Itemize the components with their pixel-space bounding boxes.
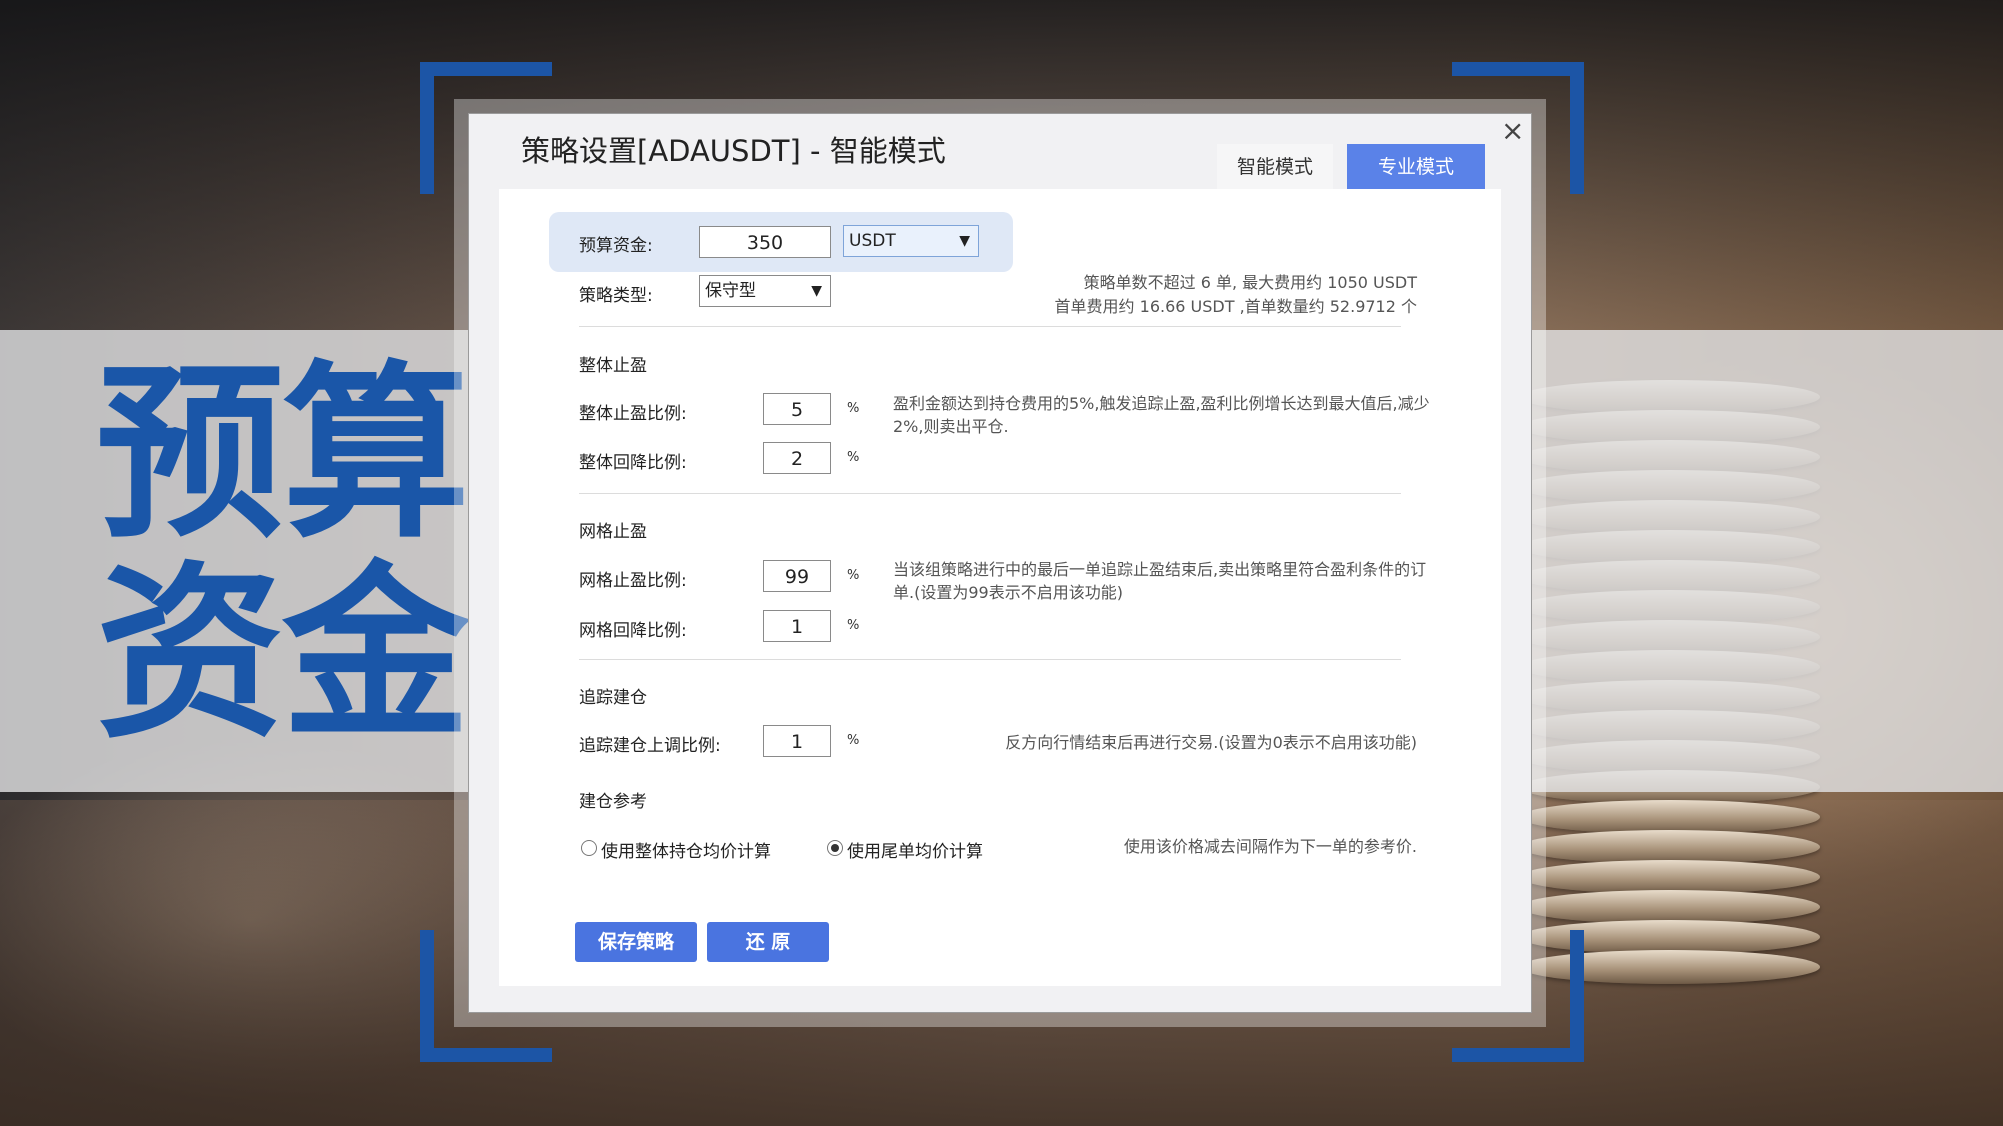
tab-pro-mode[interactable]: 专业模式 bbox=[1347, 144, 1485, 190]
reference-section-title: 建仓参考 bbox=[579, 792, 647, 812]
trailing-label: 追踪建仓上调比例: bbox=[579, 736, 721, 756]
grid-tp-input[interactable]: 99 bbox=[763, 560, 831, 592]
percent-unit: % bbox=[847, 618, 860, 633]
radio-tail-avg[interactable] bbox=[827, 840, 843, 856]
close-button[interactable]: × bbox=[1501, 116, 1524, 146]
frame-corner-top-right bbox=[1452, 62, 1584, 76]
currency-select[interactable]: USDT ▼ bbox=[843, 225, 979, 257]
radio-overall-avg[interactable] bbox=[581, 840, 597, 856]
summary-line2: 首单费用约 16.66 USDT ,首单数量约 52.9712 个 bbox=[1054, 297, 1417, 316]
trailing-input[interactable]: 1 bbox=[763, 725, 831, 757]
frame-corner-bottom-right bbox=[1570, 930, 1584, 1062]
frame-corner-top-left bbox=[420, 62, 552, 76]
percent-unit: % bbox=[847, 568, 860, 583]
section-divider bbox=[579, 326, 1401, 327]
tab-smart-mode[interactable]: 智能模式 bbox=[1217, 144, 1333, 190]
hero-title-line1: 预算 bbox=[96, 345, 470, 564]
overall-hint: 盈利金额达到持仓费用的5%,触发追踪止盈,盈利比例增长达到最大值后,减少2%,则… bbox=[893, 394, 1430, 436]
overall-pb-label: 整体回降比例: bbox=[579, 453, 687, 473]
reset-button[interactable]: 还 原 bbox=[707, 922, 829, 962]
frame-corner-top-right bbox=[1570, 62, 1584, 194]
settings-panel: 预算资金: 350 USDT ▼ 策略类型: 保守型 ▼ 策略单数不超过 6 单… bbox=[499, 189, 1501, 986]
radio-overall-avg-label: 使用整体持仓均价计算 bbox=[601, 842, 771, 862]
percent-unit: % bbox=[847, 401, 860, 416]
chevron-down-icon: ▼ bbox=[811, 283, 822, 299]
overall-tp-input[interactable]: 5 bbox=[763, 393, 831, 425]
budget-label: 预算资金: bbox=[579, 236, 653, 256]
strategy-settings-dialog: 策略设置[ADAUSDT] - 智能模式 × 智能模式 专业模式 预算资金: 3… bbox=[468, 113, 1532, 1013]
percent-unit: % bbox=[847, 733, 860, 748]
grid-section-title: 网格止盈 bbox=[579, 522, 647, 542]
section-divider bbox=[579, 493, 1401, 494]
radio-tail-avg-label: 使用尾单均价计算 bbox=[847, 842, 983, 862]
grid-pb-input[interactable]: 1 bbox=[763, 610, 831, 642]
strategy-type-select-value: 保守型 bbox=[705, 281, 756, 301]
grid-tp-label: 网格止盈比例: bbox=[579, 571, 687, 591]
frame-corner-bottom-right bbox=[1452, 1048, 1584, 1062]
summary-line1: 策略单数不超过 6 单, 最大费用约 1050 USDT bbox=[1083, 273, 1417, 292]
frame-corner-top-left bbox=[420, 62, 434, 194]
trailing-section-title: 追踪建仓 bbox=[579, 688, 647, 708]
save-strategy-button[interactable]: 保存策略 bbox=[575, 922, 697, 962]
overall-tp-label: 整体止盈比例: bbox=[579, 404, 687, 424]
strategy-type-select[interactable]: 保守型 ▼ bbox=[699, 275, 831, 307]
chevron-down-icon: ▼ bbox=[959, 233, 970, 249]
dialog-title: 策略设置[ADAUSDT] - 智能模式 bbox=[521, 134, 946, 168]
strategy-type-label: 策略类型: bbox=[579, 286, 653, 306]
hero-title: 预算 资金 bbox=[96, 345, 470, 764]
frame-corner-bottom-left bbox=[420, 1048, 552, 1062]
frame-corner-bottom-left bbox=[420, 930, 434, 1062]
overall-section-title: 整体止盈 bbox=[579, 356, 647, 376]
reference-hint: 使用该价格减去间隔作为下一单的参考价. bbox=[1123, 837, 1417, 856]
trailing-hint: 反方向行情结束后再进行交易.(设置为0表示不启用该功能) bbox=[1005, 733, 1417, 752]
grid-hint: 当该组策略进行中的最后一单追踪止盈结束后,卖出策略里符合盈利条件的订单.(设置为… bbox=[893, 560, 1427, 602]
budget-input[interactable]: 350 bbox=[699, 226, 831, 258]
overall-pb-input[interactable]: 2 bbox=[763, 442, 831, 474]
grid-pb-label: 网格回降比例: bbox=[579, 621, 687, 641]
percent-unit: % bbox=[847, 450, 860, 465]
hero-title-line2: 资金 bbox=[96, 545, 470, 764]
section-divider bbox=[579, 659, 1401, 660]
currency-select-value: USDT bbox=[849, 231, 896, 251]
